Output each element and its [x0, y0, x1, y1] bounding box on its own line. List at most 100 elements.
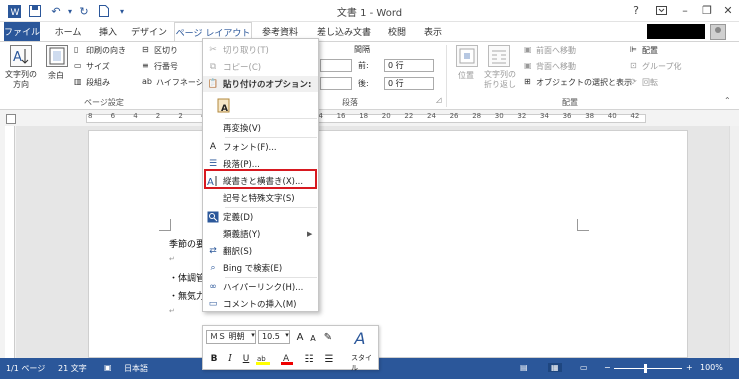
svg-text:A: A — [221, 104, 228, 113]
styles-button[interactable]: スタイル — [351, 353, 378, 373]
format-painter-icon[interactable]: ✎ — [321, 330, 335, 344]
zoom-slider[interactable] — [614, 368, 682, 369]
close-button[interactable]: ✕ — [717, 0, 739, 20]
vertical-scrollbar[interactable] — [729, 126, 739, 358]
document-page[interactable]: 季節の要 ↵ ・体調管 ・無気力 ↵ — [88, 130, 688, 358]
orientation-button[interactable]: 印刷の向き — [86, 45, 126, 56]
line-numbers-button[interactable]: 行番号 — [154, 61, 178, 72]
menu-item-define[interactable]: 定義(D) — [203, 209, 318, 225]
tab-design[interactable]: デザイン — [126, 22, 172, 41]
text-direction-button[interactable]: 文字列の方向 — [4, 70, 38, 90]
font-color-icon[interactable]: A — [279, 352, 295, 366]
rotate-icon: ⟳ — [630, 77, 637, 86]
menu-item-reconvert[interactable]: 再変換(V) — [203, 120, 318, 136]
bullets-icon[interactable]: ☷ — [301, 352, 317, 366]
collapse-ribbon-icon[interactable]: ⌃ — [724, 96, 731, 105]
spacing-before-field[interactable]: 0 行 — [384, 59, 434, 72]
zoom-slider-thumb[interactable] — [644, 364, 647, 373]
columns-button[interactable]: 段組み — [86, 77, 110, 88]
reconvert-icon — [203, 120, 223, 136]
zoom-level[interactable]: 100% — [700, 363, 723, 372]
position-icon[interactable] — [456, 45, 478, 67]
menu-item-bing-search[interactable]: ⌕ Bing で検索(E) — [203, 260, 318, 276]
breaks-button[interactable]: 区切り — [154, 45, 178, 56]
highlight-color-icon[interactable]: ab — [255, 352, 273, 366]
wrap-text-icon[interactable] — [488, 45, 510, 67]
selection-pane-button[interactable]: オブジェクトの選択と表示 — [536, 77, 632, 88]
minimize-button[interactable]: – — [674, 0, 696, 20]
print-layout-icon[interactable]: ▦ — [548, 363, 562, 372]
avatar[interactable] — [710, 24, 726, 40]
read-mode-icon[interactable]: ▤ — [520, 363, 528, 372]
hyperlink-icon: ∞ — [209, 282, 217, 292]
menu-item-synonyms[interactable]: 類義語(Y) ▶ — [203, 226, 318, 242]
language-status[interactable]: 日本語 — [124, 363, 148, 374]
vertical-ruler — [5, 126, 15, 358]
spacing-after-field[interactable]: 0 行 — [384, 77, 434, 90]
menu-item-cut[interactable]: ✂ 切り取り(T) — [203, 42, 318, 58]
align-button[interactable]: 配置 — [642, 45, 658, 56]
proofing-icon[interactable]: ▣ — [104, 363, 112, 372]
position-button[interactable]: 位置 — [458, 70, 474, 81]
web-layout-icon[interactable]: ▭ — [580, 363, 588, 372]
document-line[interactable]: ・体調管 — [169, 271, 205, 284]
paragraph-mark: ↵ — [169, 307, 175, 315]
user-name-redacted[interactable] — [647, 24, 705, 39]
svg-text:A: A — [13, 50, 22, 65]
menu-item-copy[interactable]: ⧉ コピー(C) — [203, 59, 318, 75]
text-direction-icon[interactable]: A — [10, 45, 32, 67]
indent-left-field[interactable] — [320, 59, 352, 72]
menu-item-font[interactable]: A フォント(F)... — [203, 139, 318, 155]
chevron-down-icon[interactable]: ▾ — [283, 331, 291, 339]
page-count[interactable]: 1/1 ページ — [6, 363, 45, 374]
menu-item-symbols[interactable]: 記号と特殊文字(S) — [203, 190, 318, 206]
tab-view[interactable]: 表示 — [416, 22, 450, 41]
menu-item-new-comment[interactable]: ▭ コメントの挿入(M) — [203, 296, 318, 312]
menu-item-translate[interactable]: ⇄ 翻訳(S) — [203, 243, 318, 259]
italic-button[interactable]: I — [223, 352, 237, 366]
styles-icon[interactable]: A — [349, 328, 371, 348]
hyphenation-icon: ab — [142, 77, 152, 86]
tab-file[interactable]: ファイル — [4, 22, 40, 41]
margins-button[interactable]: 余白 — [48, 70, 64, 81]
chevron-down-icon[interactable]: ▾ — [249, 331, 257, 339]
wrap-text-button[interactable]: 文字列の折り返し — [482, 70, 518, 90]
grow-font-icon[interactable]: A — [293, 330, 307, 344]
numbering-icon[interactable]: ☰ — [321, 352, 337, 366]
title-bar: W ↶ ▾ ↻ ▾ 文書 1 - Word ? – ❐ ✕ — [0, 0, 739, 22]
size-button[interactable]: サイズ — [86, 61, 110, 72]
paragraph-launcher-icon[interactable]: ◿ — [436, 96, 441, 104]
ribbon-display-options-icon[interactable] — [650, 0, 672, 20]
ruler-number: 26 — [449, 112, 459, 120]
menu-item-hyperlink[interactable]: ∞ ハイパーリンク(H)... — [203, 279, 318, 295]
restore-button[interactable]: ❐ — [696, 0, 718, 20]
bring-forward-icon: ▣ — [524, 45, 532, 54]
group-button[interactable]: グループ化 — [642, 61, 682, 72]
underline-button[interactable]: U — [239, 352, 253, 366]
menu-separator — [225, 137, 317, 138]
margins-icon[interactable] — [46, 45, 68, 67]
shrink-font-icon[interactable]: A — [307, 331, 319, 345]
tab-review[interactable]: 校閲 — [380, 22, 414, 41]
tab-home[interactable]: ホーム — [46, 22, 90, 41]
document-line[interactable]: ・無気力 — [169, 289, 205, 302]
send-backward-button[interactable]: 背面へ移動 — [536, 61, 576, 72]
bring-forward-button[interactable]: 前面へ移動 — [536, 45, 576, 56]
zoom-in-icon[interactable]: + — [686, 363, 693, 372]
ruler-number: 4 — [133, 112, 138, 120]
help-button[interactable]: ? — [625, 0, 647, 20]
tab-insert[interactable]: 挿入 — [90, 22, 126, 41]
tab-selector-icon[interactable] — [6, 114, 16, 124]
ruler-number: 22 — [404, 112, 414, 120]
paste-keep-text-only[interactable]: A — [203, 94, 318, 116]
word-count[interactable]: 21 文字 — [58, 363, 87, 374]
document-line[interactable]: 季節の要 — [169, 237, 205, 250]
paste-options-header: 📋 貼り付けのオプション: — [203, 76, 318, 92]
ruler-number: 34 — [540, 112, 549, 120]
indent-right-field[interactable] — [320, 77, 352, 90]
bold-button[interactable]: B — [207, 352, 221, 366]
zoom-out-icon[interactable]: − — [604, 363, 611, 372]
synonyms-icon — [203, 226, 223, 242]
rotate-button[interactable]: 回転 — [642, 77, 658, 88]
menu-separator — [225, 207, 317, 208]
